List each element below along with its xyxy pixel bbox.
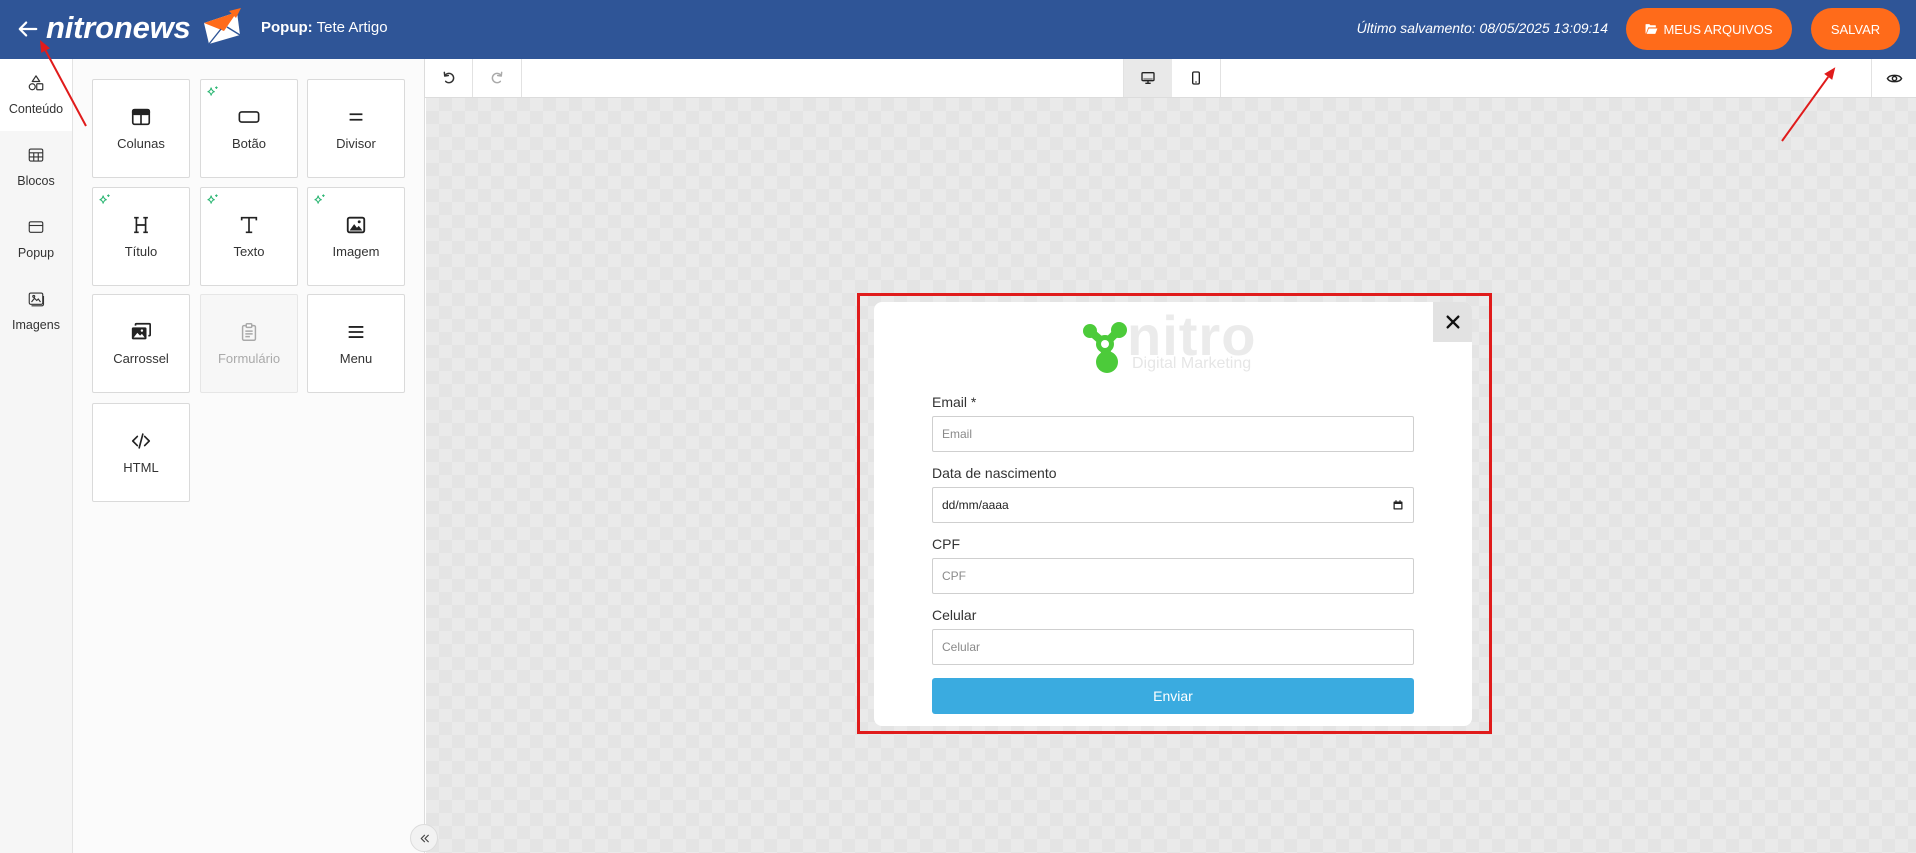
text-icon — [240, 216, 258, 234]
email-input[interactable] — [932, 416, 1414, 452]
sidebar-item-blocks[interactable]: Blocos — [0, 131, 72, 203]
folder-open-icon — [1645, 24, 1658, 34]
sidebar-item-label: Conteúdo — [8, 102, 64, 116]
sidebar-item-images[interactable]: Imagens — [0, 275, 72, 347]
block-html[interactable]: HTML — [92, 403, 190, 502]
undo-button[interactable] — [425, 59, 473, 97]
last-saved-status: Último salvamento: 08/05/2025 13:09:14 — [1356, 20, 1608, 36]
block-label: Colunas — [117, 136, 165, 151]
ai-sparkle-icon — [314, 194, 325, 204]
brand-wordmark: nitronews — [46, 10, 191, 45]
block-label: Título — [124, 244, 158, 259]
code-icon — [131, 433, 151, 449]
columns-icon — [131, 108, 151, 126]
cpf-input[interactable] — [932, 558, 1414, 594]
undo-icon — [443, 71, 454, 84]
ai-sparkle-icon — [99, 194, 110, 204]
collapse-panel-button[interactable] — [410, 824, 438, 852]
birthdate-input[interactable]: dd/mm/aaaa — [932, 487, 1414, 523]
phone-label: Celular — [932, 607, 977, 623]
blocks-grid-icon — [28, 148, 44, 162]
block-carousel[interactable]: Carrossel — [92, 294, 190, 393]
block-label: Menu — [339, 351, 373, 366]
nitro-molecule-logo-icon — [1083, 322, 1127, 373]
save-label: SALVAR — [1830, 21, 1881, 37]
block-divider[interactable]: Divisor — [307, 79, 405, 178]
image-icon — [346, 216, 366, 234]
logo-tagline: Digital Marketing — [1132, 355, 1252, 372]
birthdate-label: Data de nascimento — [932, 465, 1057, 481]
block-label: Imagem — [332, 244, 380, 259]
block-image[interactable]: Imagem — [307, 187, 405, 286]
phone-input[interactable] — [932, 629, 1414, 665]
block-form: Formulário — [200, 294, 298, 393]
block-label: Carrossel — [113, 351, 169, 366]
images-icon — [28, 292, 45, 307]
popup-close-button[interactable] — [1433, 302, 1472, 342]
ai-sparkle-icon — [207, 86, 218, 96]
block-text[interactable]: Texto — [200, 187, 298, 286]
block-heading[interactable]: Título — [92, 187, 190, 286]
my-files-label: MEUS ARQUIVOS — [1663, 21, 1773, 37]
block-label: Botão — [232, 136, 266, 151]
content-blocks-panel: Colunas Botão Divisor Título Texto Image… — [73, 59, 425, 853]
arrow-left-icon — [18, 21, 38, 37]
block-label: HTML — [123, 460, 159, 475]
redo-icon — [491, 71, 503, 84]
double-chevron-left-icon — [420, 834, 429, 842]
calendar-icon[interactable] — [1392, 499, 1404, 511]
shapes-icon — [28, 75, 44, 91]
sidebar: Conteúdo Blocos Popup Imagens — [0, 59, 73, 853]
save-button[interactable]: SALVAR — [1811, 8, 1900, 50]
desktop-icon — [1141, 72, 1155, 84]
ai-sparkle-icon — [207, 194, 218, 204]
button-icon — [238, 111, 260, 123]
envelope-logo-icon — [204, 8, 241, 45]
editor-toolbar — [425, 59, 1916, 98]
mobile-icon — [1192, 71, 1200, 85]
signup-form: Email * Data de nascimento dd/mm/aaaa CP… — [932, 394, 1414, 714]
block-button[interactable]: Botão — [200, 79, 298, 178]
block-label: Formulário — [217, 351, 281, 366]
email-label: Email * — [932, 394, 977, 410]
mobile-view-button[interactable] — [1172, 59, 1221, 97]
birthdate-value: dd/mm/aaaa — [942, 498, 1009, 512]
brand-logo[interactable]: nitronews — [46, 6, 246, 52]
form-clipboard-icon — [241, 323, 257, 341]
heading-icon — [134, 216, 148, 234]
sidebar-item-popup[interactable]: Popup — [0, 203, 72, 275]
block-label: Texto — [233, 244, 265, 259]
eye-icon — [1886, 74, 1902, 82]
sidebar-item-content[interactable]: Conteúdo — [0, 59, 72, 131]
block-menu[interactable]: Menu — [307, 294, 405, 393]
block-label: Divisor — [336, 136, 376, 151]
divider-icon — [349, 113, 363, 121]
page-title-name: Tete Artigo — [316, 19, 388, 36]
sidebar-item-label: Imagens — [12, 318, 60, 332]
sidebar-item-label: Popup — [17, 246, 55, 260]
close-icon — [1445, 315, 1460, 329]
top-bar: nitronews Popup: Tete Artigo Último salva… — [0, 0, 1916, 59]
back-button[interactable] — [15, 16, 41, 42]
sidebar-item-label: Blocos — [17, 174, 55, 188]
preview-button[interactable] — [1871, 59, 1916, 97]
popup-window-icon — [28, 221, 44, 233]
carousel-icon — [131, 322, 151, 340]
page-title-prefix: Popup: — [261, 19, 313, 36]
my-files-button[interactable]: MEUS ARQUIVOS — [1626, 8, 1792, 50]
cpf-label: CPF — [932, 536, 960, 552]
popup-preview[interactable]: nitro Digital Marketing Email * Data de … — [874, 302, 1472, 726]
redo-button[interactable] — [473, 59, 522, 97]
page-title: Popup: Tete Artigo — [261, 19, 388, 37]
menu-icon — [348, 326, 364, 338]
desktop-view-button[interactable] — [1123, 59, 1172, 97]
submit-button[interactable]: Enviar — [932, 678, 1414, 714]
block-columns[interactable]: Colunas — [92, 79, 190, 178]
